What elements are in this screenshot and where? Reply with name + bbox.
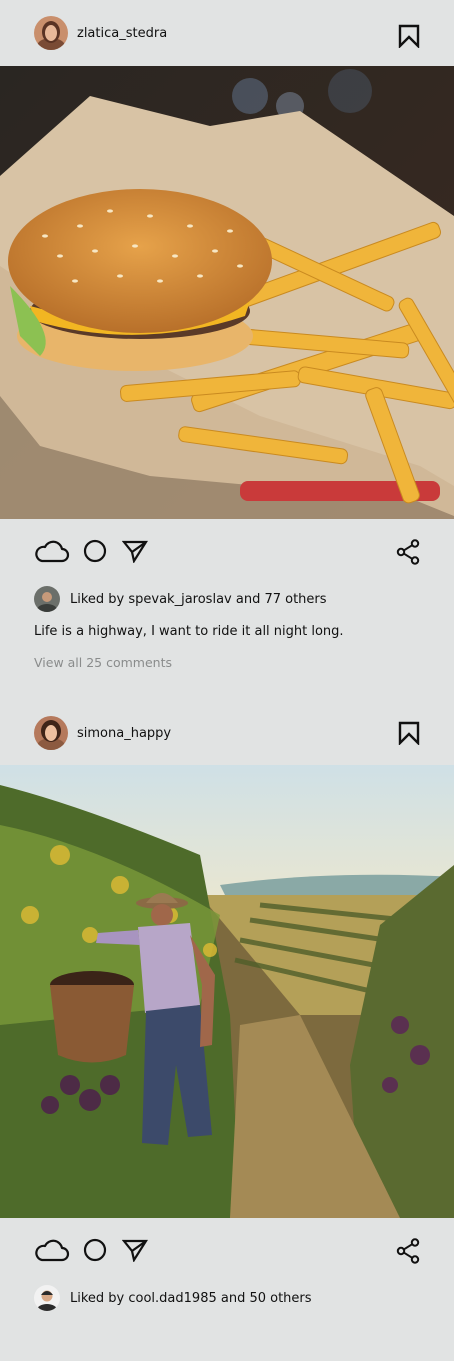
send-icon[interactable]: [122, 1238, 148, 1262]
bookmark-icon[interactable]: [398, 24, 420, 49]
share-icon[interactable]: [396, 1238, 420, 1264]
username[interactable]: simona_happy: [77, 726, 171, 741]
post: simona_happy Liked by cool.dad1985 and 5…: [0, 715, 454, 1312]
avatar[interactable]: [34, 16, 68, 50]
likes-text[interactable]: Liked by cool.dad1985 and 50 others: [70, 1291, 312, 1306]
post-actions: [0, 519, 454, 585]
post-image[interactable]: [0, 66, 454, 519]
liker-avatar[interactable]: [34, 1285, 60, 1311]
avatar[interactable]: [34, 716, 68, 750]
view-comments-link[interactable]: View all 25 comments: [0, 653, 454, 673]
send-icon[interactable]: [122, 539, 148, 563]
share-icon[interactable]: [396, 539, 420, 565]
circle-icon[interactable]: [83, 539, 107, 563]
feed: zlatica_stedra Liked by spevak_jaroslav …: [0, 0, 454, 1312]
post-image[interactable]: [0, 765, 454, 1218]
post: zlatica_stedra Liked by spevak_jaroslav …: [0, 0, 454, 673]
likes-row: Liked by cool.dad1985 and 50 others: [0, 1284, 454, 1312]
post-header: zlatica_stedra: [0, 0, 454, 66]
cloud-icon[interactable]: [34, 539, 70, 563]
circle-icon[interactable]: [83, 1238, 107, 1262]
bookmark-icon[interactable]: [398, 721, 420, 746]
likes-text[interactable]: Liked by spevak_jaroslav and 77 others: [70, 592, 327, 607]
post-caption: Life is a highway, I want to ride it all…: [34, 624, 344, 639]
cloud-icon[interactable]: [34, 1238, 70, 1262]
liker-avatar[interactable]: [34, 586, 60, 612]
username[interactable]: zlatica_stedra: [77, 26, 167, 41]
likes-row: Liked by spevak_jaroslav and 77 others: [0, 585, 454, 613]
post-header: simona_happy: [0, 715, 454, 751]
post-actions: [0, 1218, 454, 1284]
